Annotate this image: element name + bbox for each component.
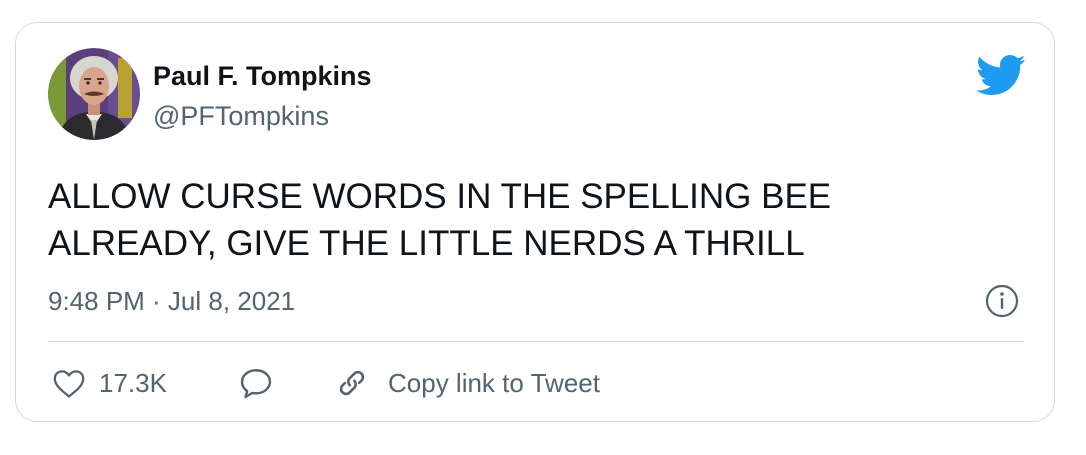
avatar[interactable]: [48, 48, 140, 140]
divider: [48, 341, 1024, 342]
link-icon: [334, 365, 370, 401]
reply-button[interactable]: [238, 363, 274, 403]
tweet-timestamp[interactable]: 9:48 PM · Jul 8, 2021: [48, 286, 295, 317]
copy-link-label: Copy link to Tweet: [388, 367, 600, 398]
author-display-name[interactable]: Paul F. Tompkins: [153, 61, 372, 92]
speech-bubble-icon: [238, 366, 274, 400]
copy-link-button[interactable]: Copy link to Tweet: [334, 363, 600, 403]
author-handle[interactable]: @PFTompkins: [153, 101, 329, 132]
tweet-text-line: ALREADY, GIVE THE LITTLE NERDS A THRILL: [48, 224, 805, 263]
heart-icon: [52, 367, 86, 399]
tweet-text: ALLOW CURSE WORDS IN THE SPELLING BEE AL…: [48, 173, 1028, 267]
like-button[interactable]: 17.3K: [52, 363, 167, 403]
twitter-bird-icon[interactable]: [974, 53, 1026, 97]
info-icon[interactable]: [984, 283, 1020, 319]
tweet-card: Paul F. Tompkins @PFTompkins ALLOW CURSE…: [15, 22, 1055, 422]
like-count: 17.3K: [99, 367, 167, 398]
tweet-text-line: ALLOW CURSE WORDS IN THE SPELLING BEE: [48, 177, 832, 216]
